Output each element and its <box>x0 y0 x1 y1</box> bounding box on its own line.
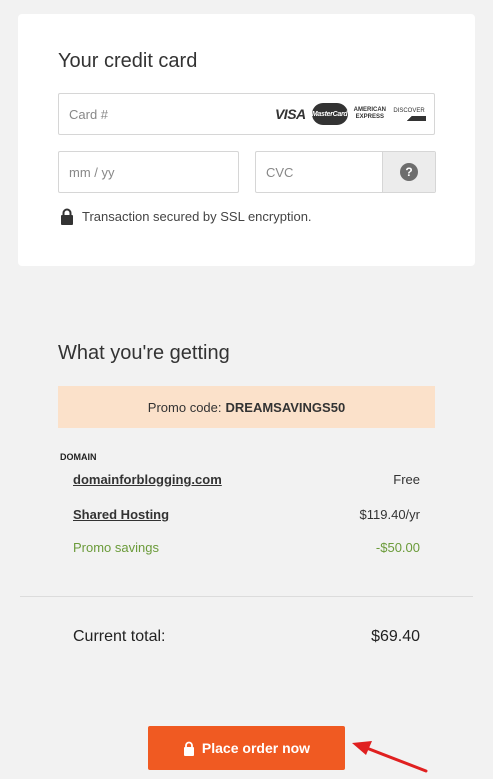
place-order-label: Place order now <box>201 740 311 756</box>
summary-divider <box>20 596 473 597</box>
total-label: Current total: <box>73 628 166 645</box>
line-item-promo-savings: Promo savings -$50.00 <box>73 540 420 555</box>
ssl-text: Transaction secured by SSL encryption. <box>82 209 312 224</box>
lock-icon <box>61 208 73 225</box>
promo-code: DREAMSAVINGS50 <box>225 399 346 415</box>
domain-section-label: DOMAIN <box>60 452 97 462</box>
red-arrow-annotation <box>352 741 428 773</box>
cvc-field[interactable]: ? <box>255 151 436 193</box>
ssl-notice: Transaction secured by SSL encryption. <box>60 208 312 225</box>
summary-title: What you're getting <box>58 342 230 364</box>
promo-savings-amount: -$50.00 <box>375 540 420 555</box>
promo-label: Promo code: <box>147 399 222 415</box>
discover-logo-text: DISCOVER <box>393 107 425 114</box>
promo-savings-label: Promo savings <box>73 540 159 555</box>
discover-logo: DISCOVER <box>392 108 426 121</box>
expiry-field[interactable] <box>58 151 239 193</box>
hosting-link[interactable]: Shared Hosting <box>73 507 169 522</box>
line-item-hosting: Shared Hosting $119.40/yr <box>73 507 420 522</box>
total-value: $69.40 <box>371 628 420 645</box>
line-item-domain: domainforblogging.com Free <box>73 472 420 487</box>
card-brand-logos: VISA MasterCard AMERICAN EXPRESS DISCOVER <box>275 103 434 125</box>
card-number-input[interactable] <box>59 94 275 134</box>
expiry-input[interactable] <box>59 152 238 192</box>
cvc-input[interactable] <box>256 152 382 192</box>
card-number-field[interactable]: VISA MasterCard AMERICANEXPRESS DISCOVER <box>58 93 435 135</box>
credit-card-title: Your credit card <box>58 50 198 72</box>
domain-price: Free <box>393 472 420 487</box>
place-order-button[interactable]: Place order now <box>148 726 345 770</box>
visa-logo: VISA <box>274 106 306 122</box>
cvc-help-button[interactable]: ? <box>382 152 435 192</box>
question-mark-icon: ? <box>400 163 418 181</box>
mastercard-logo: MasterCard <box>311 103 348 125</box>
hosting-price: $119.40/yr <box>359 507 420 522</box>
amex-logo: AMERICAN EXPRESS <box>353 107 386 120</box>
domain-link[interactable]: domainforblogging.com <box>73 472 222 487</box>
lock-icon <box>183 741 194 756</box>
current-total: Current total: $69.40 <box>73 628 420 646</box>
promo-banner: Promo code: DREAMSAVINGS50 <box>58 386 435 428</box>
